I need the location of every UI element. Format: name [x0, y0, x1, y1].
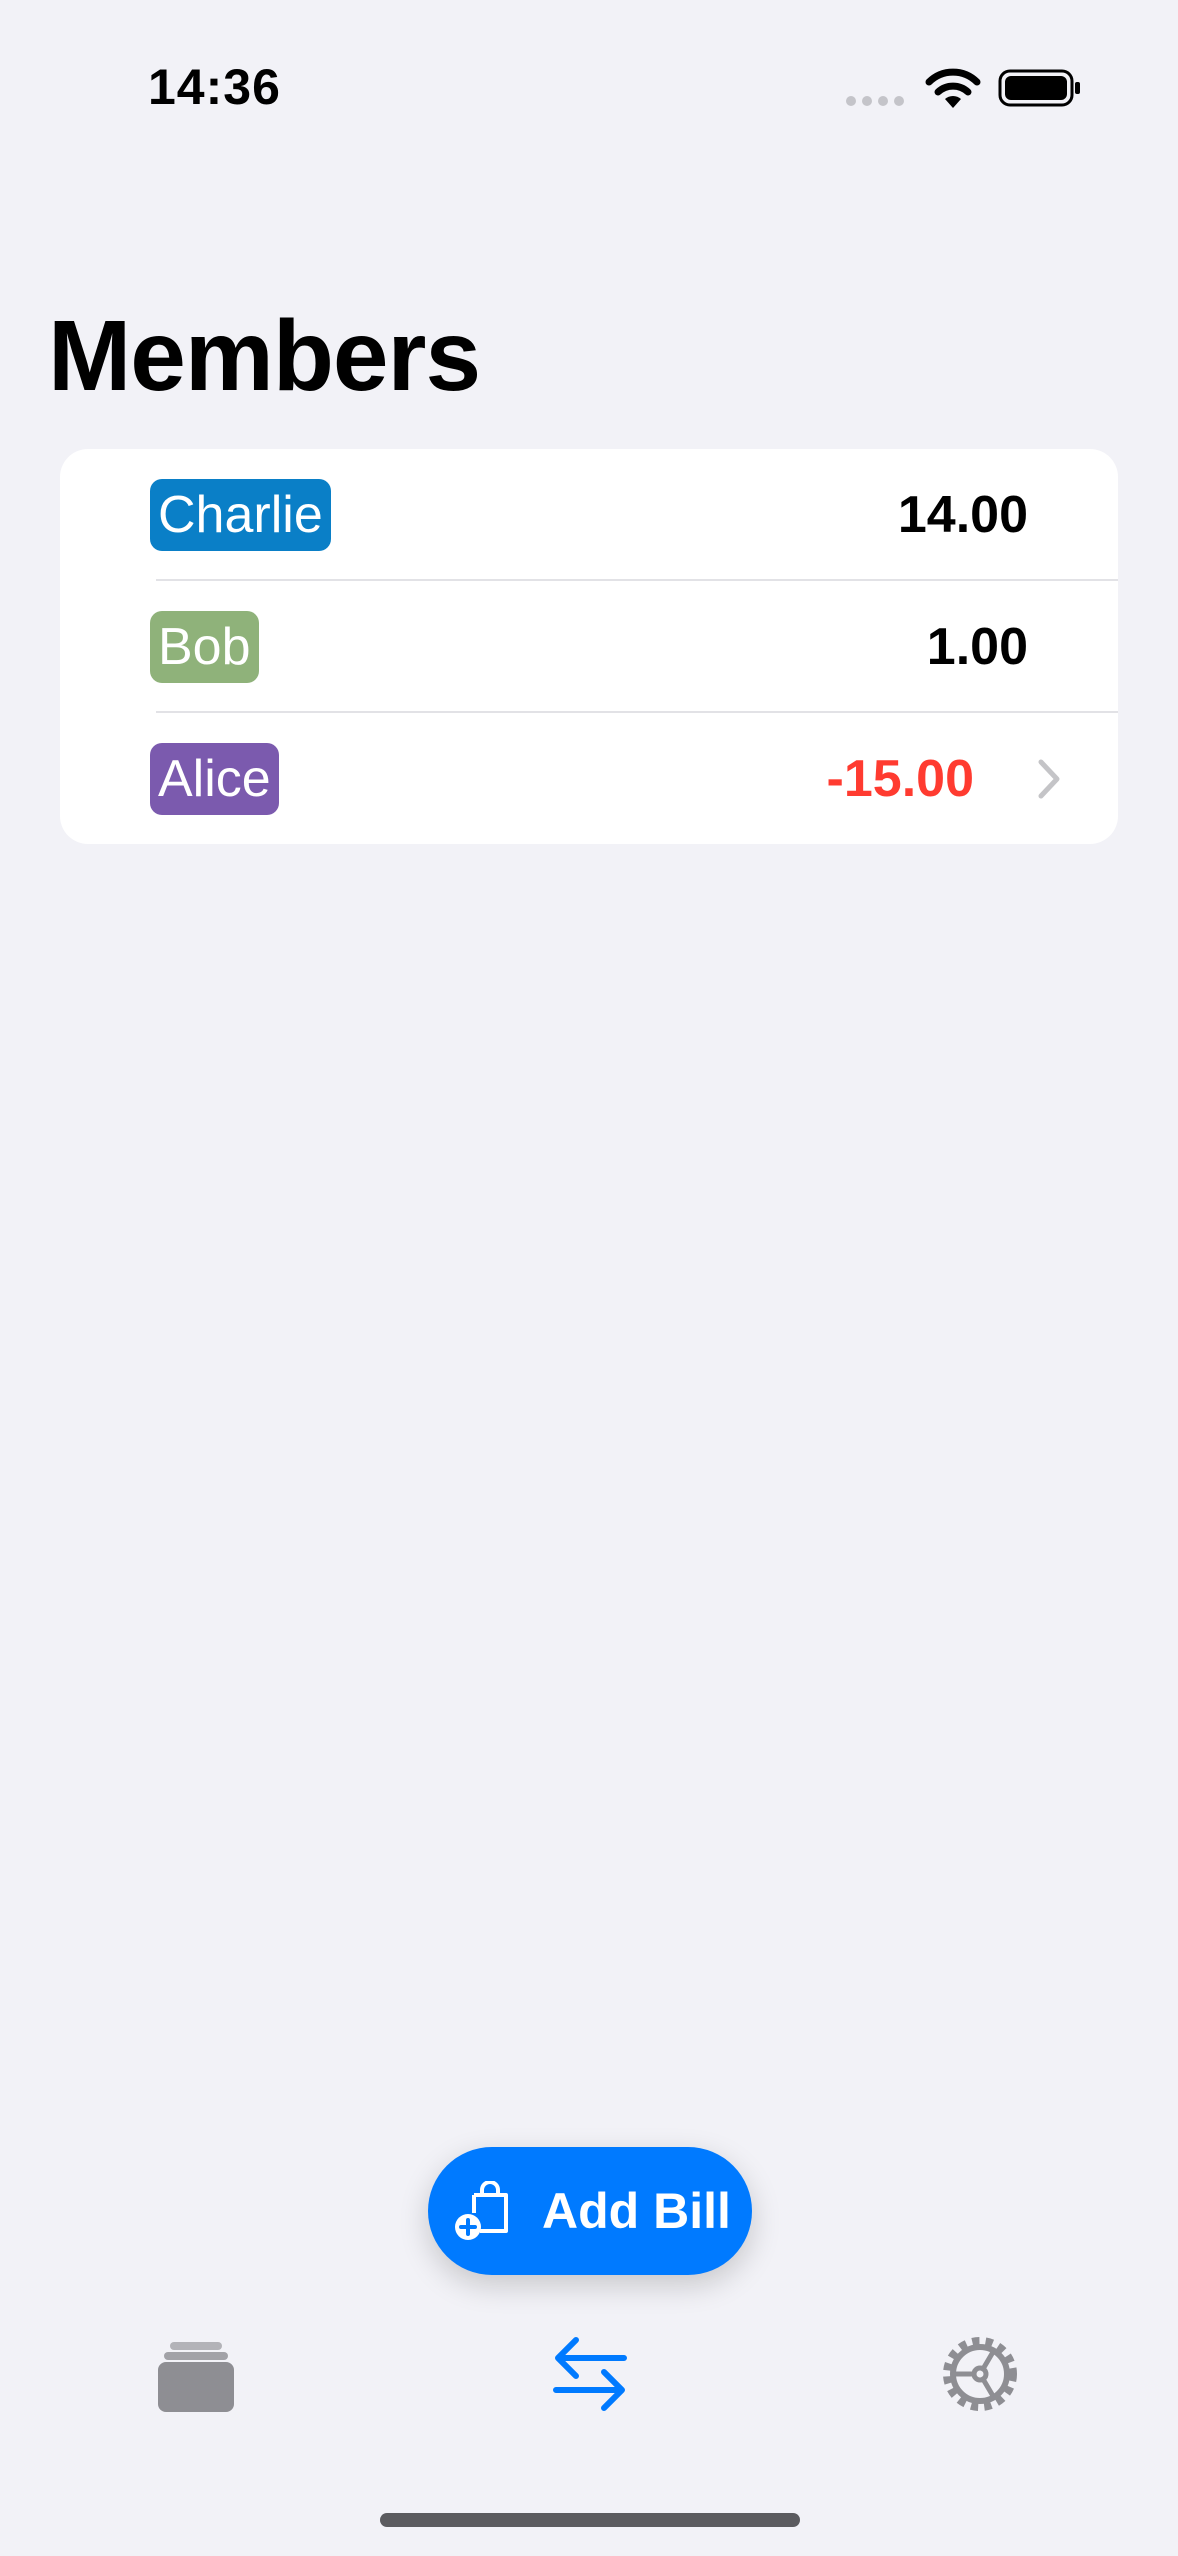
cellular-signal-icon — [846, 96, 906, 106]
member-name-chip: Bob — [150, 611, 259, 683]
wifi-icon — [925, 68, 981, 108]
tab-stack-icon[interactable] — [146, 2320, 246, 2420]
status-time: 14:36 — [148, 59, 281, 115]
member-row-alice[interactable]: Alice -15.00 — [60, 713, 1118, 844]
member-balance: 14.00 — [897, 486, 1028, 544]
add-bill-label: Add Bill — [542, 2183, 731, 2239]
home-indicator — [380, 2513, 800, 2527]
page-title: Members — [48, 300, 481, 412]
add-bill-button[interactable]: Add Bill — [428, 2147, 752, 2275]
tab-bar — [0, 2300, 1178, 2450]
status-bar: 14:36 — [0, 0, 1178, 150]
battery-icon — [998, 69, 1080, 107]
member-row-bob[interactable]: Bob 1.00 — [60, 581, 1118, 713]
tab-arrows-left-right-icon[interactable] — [540, 2320, 640, 2420]
member-name-chip: Charlie — [150, 479, 331, 551]
member-balance: -15.00 — [826, 750, 974, 808]
chevron-right-icon — [1038, 759, 1060, 799]
members-list: Charlie 14.00 Bob 1.00 Alice -15.00 — [60, 449, 1118, 844]
member-row-charlie[interactable]: Charlie 14.00 — [60, 449, 1118, 581]
bag-plus-icon — [455, 2181, 508, 2240]
tab-gear-icon[interactable] — [930, 2320, 1030, 2420]
member-balance: 1.00 — [926, 618, 1028, 676]
member-name-chip: Alice — [150, 743, 279, 815]
